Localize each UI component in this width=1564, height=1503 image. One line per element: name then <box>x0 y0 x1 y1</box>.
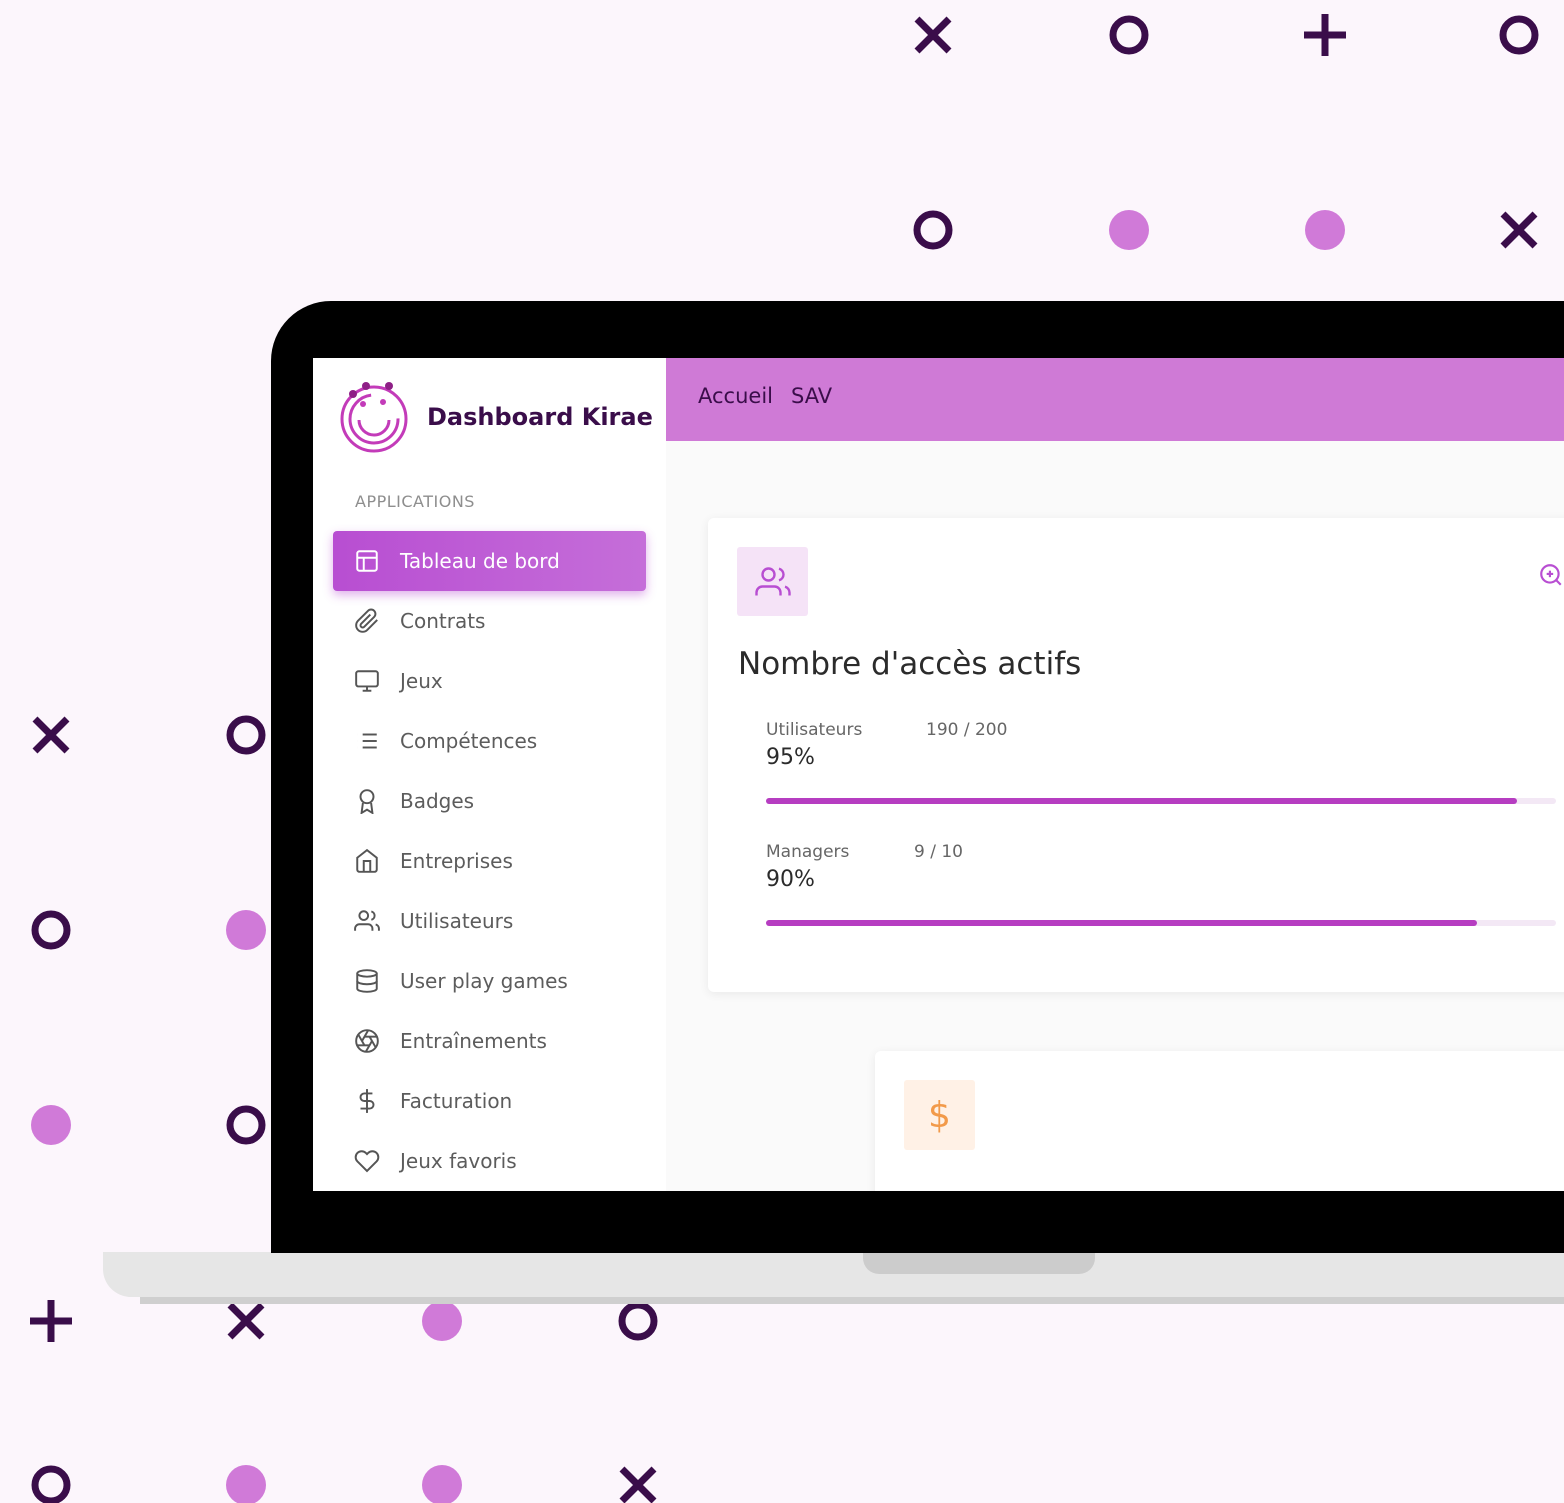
sidebar-item-label: Contrats <box>400 609 486 633</box>
stat-managers: Managers 9 / 10 90% <box>766 842 1556 926</box>
kirae-logo-icon <box>340 382 408 453</box>
paperclip-icon <box>353 607 381 635</box>
sidebar-item-facturation[interactable]: Facturation <box>333 1071 646 1131</box>
sidebar-item-jeux[interactable]: Jeux <box>333 651 646 711</box>
stat-label: Managers <box>766 842 850 862</box>
sidebar-item-label: Badges <box>400 789 475 813</box>
sidebar-item-contrats[interactable]: Contrats <box>333 591 646 651</box>
progress-bar-managers <box>766 920 1477 926</box>
sidebar-item-badges[interactable]: Badges <box>333 771 646 831</box>
sidebar-item-jeux-favoris[interactable]: Jeux favoris <box>333 1131 646 1191</box>
ring-mark <box>31 1465 71 1503</box>
sidebar-item-label: Tableau de bord <box>400 549 560 573</box>
sidebar-item-label: Jeux <box>400 669 443 693</box>
users-icon <box>353 907 381 935</box>
nav-link-accueil[interactable]: Accueil <box>698 384 773 408</box>
nav-link-sav[interactable]: SAV <box>791 384 832 408</box>
sidebar-menu: Tableau de bord Contrats Jeux Compétence… <box>333 531 646 1191</box>
cross-mark <box>1500 211 1538 249</box>
sidebar-item-label: Compétences <box>400 729 538 753</box>
sidebar-item-user-play-games[interactable]: User play games <box>333 951 646 1011</box>
sidebar-item-label: Utilisateurs <box>400 909 514 933</box>
progress-bar-utilisateurs <box>766 798 1517 804</box>
users-icon <box>737 547 808 616</box>
brand-title: Dashboard Kirae <box>427 403 653 431</box>
laptop-base <box>103 1252 1564 1297</box>
cross-mark <box>914 16 952 54</box>
database-icon <box>353 967 381 995</box>
progress-track <box>766 798 1556 804</box>
dot-mark <box>1305 210 1345 250</box>
aperture-icon <box>353 1027 381 1055</box>
sidebar-item-entrainements[interactable]: Entraînements <box>333 1011 646 1071</box>
home-icon <box>353 847 381 875</box>
dot-mark <box>226 1465 266 1503</box>
ring-mark <box>31 910 71 950</box>
sidebar: Dashboard Kirae APPLICATIONS Tableau de … <box>313 358 666 1191</box>
stat-ratio: 9 / 10 <box>914 842 963 862</box>
heart-icon <box>353 1147 381 1175</box>
breadcrumb: Accueil SAV <box>698 384 832 408</box>
sidebar-item-label: Entreprises <box>400 849 513 873</box>
progress-track <box>766 920 1556 926</box>
ring-mark <box>618 1301 658 1341</box>
cross-mark <box>227 1302 265 1340</box>
sidebar-item-label: User play games <box>400 969 568 993</box>
dot-mark <box>226 910 266 950</box>
sidebar-item-tableau-de-bord[interactable]: Tableau de bord <box>333 531 646 591</box>
stat-percent: 90% <box>766 867 815 892</box>
monitor-icon <box>353 667 381 695</box>
ring-mark <box>913 210 953 250</box>
card-title: Nombre d'accès actifs <box>738 646 1082 682</box>
sidebar-item-competences[interactable]: Compétences <box>333 711 646 771</box>
brand[interactable]: Dashboard Kirae <box>337 380 653 454</box>
ring-mark <box>226 1105 266 1145</box>
stat-ratio: 190 / 200 <box>926 720 1008 740</box>
topbar: Accueil SAV <box>666 358 1564 441</box>
access-card: Nombre d'accès actifs Utilisateurs 190 /… <box>708 518 1564 992</box>
section-label-applications: APPLICATIONS <box>355 492 475 511</box>
stat-utilisateurs: Utilisateurs 190 / 200 95% <box>766 720 1556 804</box>
award-icon <box>353 787 381 815</box>
dot-mark <box>31 1105 71 1145</box>
stat-percent: 95% <box>766 745 815 770</box>
plus-mark <box>1304 14 1346 56</box>
stat-label: Utilisateurs <box>766 720 863 740</box>
ring-mark <box>1499 15 1539 55</box>
laptop-screen: Dashboard Kirae APPLICATIONS Tableau de … <box>313 358 1564 1191</box>
dot-mark <box>422 1465 462 1503</box>
sidebar-item-label: Facturation <box>400 1089 513 1113</box>
layout-icon <box>353 547 381 575</box>
sidebar-item-label: Entraînements <box>400 1029 547 1053</box>
dollar-icon: $ <box>904 1080 975 1150</box>
dot-mark <box>422 1301 462 1341</box>
laptop-notch <box>863 1252 1095 1274</box>
list-icon <box>353 727 381 755</box>
ring-mark <box>226 715 266 755</box>
dot-mark <box>1109 210 1149 250</box>
ring-mark <box>1109 15 1149 55</box>
dollar-icon <box>353 1087 381 1115</box>
cross-mark <box>619 1466 657 1503</box>
sidebar-item-label: Jeux favoris <box>400 1149 517 1173</box>
zoom-in-icon[interactable] <box>1538 562 1564 588</box>
billing-card: $ <box>875 1051 1564 1191</box>
cross-mark <box>32 716 70 754</box>
sidebar-item-entreprises[interactable]: Entreprises <box>333 831 646 891</box>
sidebar-item-utilisateurs[interactable]: Utilisateurs <box>333 891 646 951</box>
plus-mark <box>30 1300 72 1342</box>
